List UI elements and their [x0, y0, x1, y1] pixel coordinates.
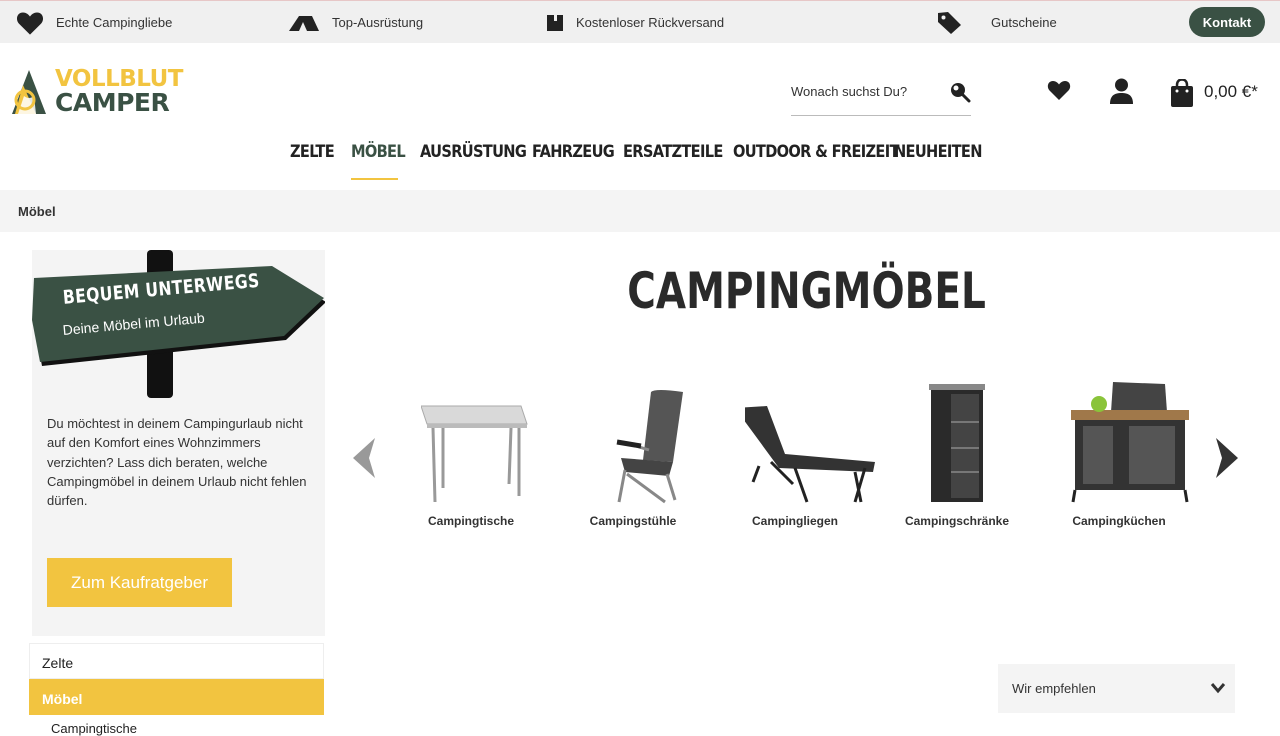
category-tile-campingschraenke[interactable]: Campingschränke: [882, 378, 1032, 538]
nav-item-fahrzeug[interactable]: FAHRZEUG: [532, 142, 615, 180]
category-list: Zelte Möbel Campingtische: [29, 643, 324, 736]
carousel-next-icon[interactable]: [1212, 436, 1242, 480]
camping-lounger-image: [745, 406, 875, 503]
usp-label: Kostenloser Rückversand: [576, 15, 725, 30]
usp-label: Top-Ausrüstung: [332, 15, 424, 30]
category-tile-campingstuehle[interactable]: Campingstühle: [558, 378, 708, 538]
wishlist-heart-icon[interactable]: [1047, 78, 1071, 102]
category-item-moebel[interactable]: Möbel: [29, 679, 324, 715]
tile-label: Campingstühle: [589, 514, 677, 528]
category-tile-campingtische[interactable]: Campingtische: [396, 378, 546, 538]
cart-bag-icon[interactable]: [1171, 79, 1193, 107]
teaser-text: Du möchtest in deinem Campingurlaub nich…: [47, 416, 307, 509]
tile-label: Campingschränke: [904, 514, 1010, 528]
camping-cupboard-image: [929, 384, 985, 502]
sort-selected-value: Wir empfehlen: [1012, 681, 1096, 696]
contact-button[interactable]: Kontakt: [1189, 7, 1265, 37]
search-box: [791, 72, 971, 116]
camping-table-image: [421, 405, 528, 503]
logo[interactable]: VOLLBLUT CAMPER: [12, 66, 184, 118]
tile-label: Campingküchen: [1072, 514, 1166, 528]
nav-item-ausruestung[interactable]: AUSRÜSTUNG: [420, 142, 527, 180]
box-icon: [547, 14, 563, 31]
usp-campingliebe: Echte Campingliebe: [16, 1, 172, 44]
sidebar-teaser: BEQUEM UNTERWEGS Deine Möbel im Urlaub D…: [32, 250, 325, 636]
account-icon[interactable]: [1110, 78, 1133, 104]
tile-label: Campingliegen: [751, 514, 838, 528]
nav-item-outdoor-freizeit[interactable]: OUTDOOR & FREIZEIT: [733, 142, 899, 180]
usp-ruecksendung: Kostenloser Rückversand: [546, 1, 724, 44]
page-title: CAMPINGMÖBEL: [627, 262, 986, 320]
category-tile-campingliegen[interactable]: Campingliegen: [720, 378, 875, 538]
nav-item-neuheiten[interactable]: NEUHEITEN: [894, 142, 982, 180]
logo-mark-icon: [12, 70, 46, 114]
carousel-prev-icon[interactable]: [349, 436, 379, 480]
tent-icon: [289, 15, 319, 31]
usp-label: Echte Campingliebe: [56, 15, 173, 30]
nav-item-ersatzteile[interactable]: ERSATZTEILE: [623, 142, 723, 180]
nav-item-zelte[interactable]: ZELTE: [290, 142, 335, 180]
sort-select[interactable]: Wir empfehlen: [998, 664, 1235, 713]
logo-text-bottom: CAMPER: [55, 88, 170, 117]
camping-kitchen-image: [1071, 382, 1189, 503]
buying-guide-button[interactable]: Zum Kaufratgeber: [47, 558, 232, 607]
breadcrumb-item[interactable]: Möbel: [18, 204, 56, 219]
search-icon[interactable]: [949, 81, 971, 103]
cart-total[interactable]: 0,00 €*: [1204, 82, 1258, 102]
heart-icon: [16, 12, 44, 35]
nav-active-indicator: [351, 178, 398, 180]
nav-item-moebel[interactable]: MÖBEL: [351, 142, 406, 180]
tag-icon: [938, 11, 961, 34]
usp-ausruestung: Top-Ausrüstung: [288, 1, 423, 44]
category-item-campingtische[interactable]: Campingtische: [29, 715, 324, 736]
chevron-down-icon: [1210, 683, 1226, 694]
usp-gutscheine[interactable]: Gutscheine: [935, 1, 1057, 44]
category-tile-campingkuechen[interactable]: Campingküchen: [1044, 378, 1194, 538]
breadcrumb: Möbel: [0, 190, 1280, 232]
search-input[interactable]: [791, 78, 941, 104]
category-item-zelte[interactable]: Zelte: [29, 643, 324, 679]
usp-label: Gutscheine: [991, 15, 1057, 30]
tile-label: Campingtische: [427, 514, 514, 528]
top-bar: Echte Campingliebe Top-Ausrüstung Kosten…: [0, 0, 1280, 43]
main-nav: ZELTE MÖBEL AUSRÜSTUNG FAHRZEUG ERSATZTE…: [0, 142, 1280, 182]
camping-chair-image: [616, 390, 683, 504]
